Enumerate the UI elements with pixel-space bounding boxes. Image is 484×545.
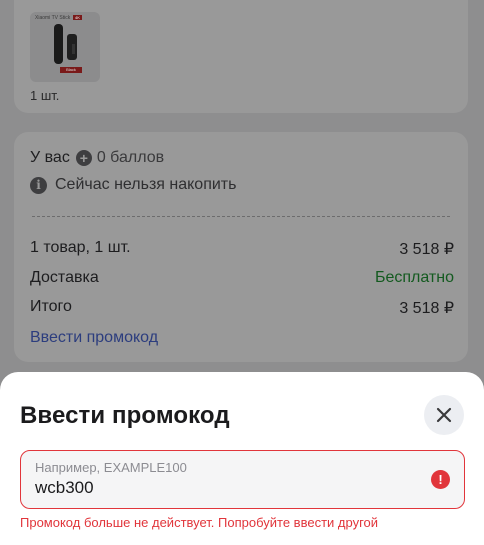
total-row: Итого 3 518 ₽ [30, 298, 454, 318]
plus-icon: + [75, 150, 92, 166]
dongle-shape [72, 44, 75, 54]
points-prefix: У вас [30, 149, 70, 166]
sheet-title: Ввести промокод [20, 402, 230, 429]
promo-code-input[interactable] [35, 478, 415, 498]
items-label: 1 товар, 1 шт. [30, 239, 131, 256]
product-quantity: 1 шт. [30, 88, 60, 103]
remote-shape [54, 24, 63, 64]
order-summary-card: У вас + 0 баллов i Сейчас нельзя накопит… [14, 132, 468, 362]
delivery-label: Доставка [30, 269, 99, 286]
thumbnail-brand-text: Xiaomi TV Stick [35, 15, 71, 21]
enter-promo-link[interactable]: Ввести промокод [30, 329, 158, 347]
points-value: 0 баллов [96, 149, 165, 166]
thumbnail-badge: 4K [73, 15, 82, 20]
points-info-text: Сейчас нельзя накопить [55, 176, 237, 193]
promo-code-field[interactable]: Например, EXAMPLE100 ! [20, 450, 465, 509]
close-button[interactable] [424, 395, 464, 435]
delivery-row: Доставка Бесплатно [30, 269, 454, 287]
delivery-value: Бесплатно [374, 269, 454, 286]
info-icon[interactable]: i [30, 176, 47, 194]
total-value: 3 518 ₽ [399, 300, 454, 317]
divider [32, 216, 450, 217]
product-card: Xiaomi TV Stick 4K Black 1 шт. [14, 0, 468, 113]
points-row: У вас + 0 баллов [30, 149, 164, 167]
items-row: 1 товар, 1 шт. 3 518 ₽ [30, 239, 454, 259]
thumbnail-box-label: Black [60, 67, 82, 73]
product-thumbnail[interactable]: Xiaomi TV Stick 4K Black [30, 12, 100, 82]
error-icon: ! [431, 470, 450, 489]
promo-field-placeholder: Например, EXAMPLE100 [35, 460, 187, 475]
error-message: Промокод больше не действует. Попробуйте… [20, 515, 379, 530]
items-value: 3 518 ₽ [399, 241, 454, 258]
promo-bottom-sheet: Ввести промокод Например, EXAMPLE100 ! П… [0, 372, 484, 545]
points-info-row: i Сейчас нельзя накопить [30, 176, 236, 194]
total-label: Итого [30, 298, 72, 315]
close-icon [436, 407, 452, 423]
